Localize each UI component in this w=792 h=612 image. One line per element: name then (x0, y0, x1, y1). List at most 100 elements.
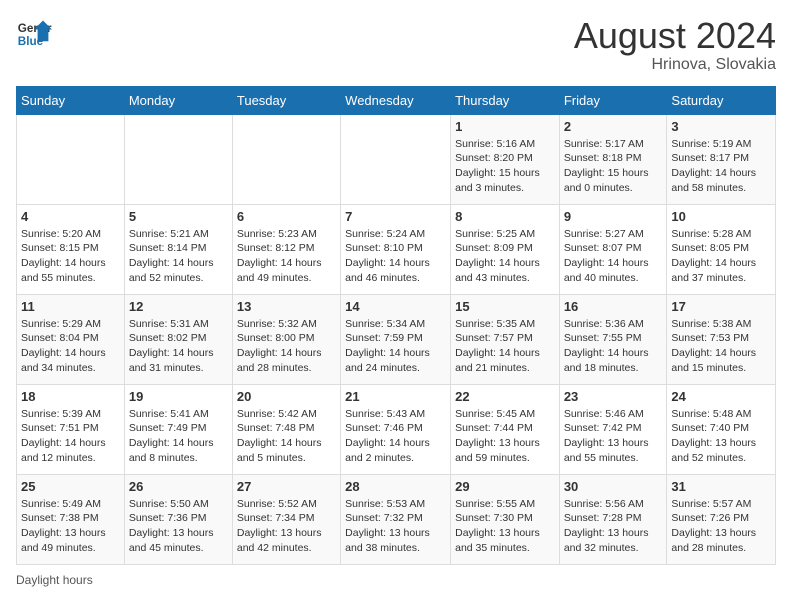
cell-10: 10 Sunrise: 5:28 AMSunset: 8:05 PMDayligh… (667, 204, 776, 294)
cell-4: 4 Sunrise: 5:20 AMSunset: 8:15 PMDaylight… (17, 204, 125, 294)
col-header-saturday: Saturday (667, 86, 776, 114)
day-info: Sunrise: 5:53 AMSunset: 7:32 PMDaylight:… (345, 497, 446, 556)
footer: Daylight hours (16, 573, 776, 587)
day-info: Sunrise: 5:57 AMSunset: 7:26 PMDaylight:… (671, 497, 771, 556)
day-number: 30 (564, 479, 663, 494)
day-info: Sunrise: 5:48 AMSunset: 7:40 PMDaylight:… (671, 407, 771, 466)
day-number: 13 (237, 299, 336, 314)
day-info: Sunrise: 5:41 AMSunset: 7:49 PMDaylight:… (129, 407, 228, 466)
cell-21: 21Sunrise: 5:43 AMSunset: 7:46 PMDayligh… (341, 384, 451, 474)
daylight-label: Daylight hours (16, 573, 93, 587)
day-info: Sunrise: 5:19 AMSunset: 8:17 PMDaylight:… (671, 137, 771, 196)
day-number: 5 (129, 209, 228, 224)
cell-empty (17, 114, 125, 204)
col-header-monday: Monday (124, 86, 232, 114)
day-info: Sunrise: 5:36 AMSunset: 7:55 PMDaylight:… (564, 317, 663, 376)
cell-1: 1 Sunrise: 5:16 AMSunset: 8:20 PMDaylight… (451, 114, 560, 204)
cell-19: 19 Sunrise: 5:41 AMSunset: 7:49 PMDayligh… (124, 384, 232, 474)
cell-18: 18 Sunrise: 5:39 AMSunset: 7:51 PMDayligh… (17, 384, 125, 474)
day-number: 2 (564, 119, 663, 134)
day-info: Sunrise: 5:23 AMSunset: 8:12 PMDaylight:… (237, 227, 336, 286)
day-info: Sunrise: 5:45 AMSunset: 7:44 PMDaylight:… (455, 407, 555, 466)
week-row-5: 25Sunrise: 5:49 AMSunset: 7:38 PMDayligh… (17, 474, 776, 564)
cell-24: 24 Sunrise: 5:48 AMSunset: 7:40 PMDayligh… (667, 384, 776, 474)
cell-20: 20 Sunrise: 5:42 AMSunset: 7:48 PMDayligh… (232, 384, 340, 474)
day-number: 9 (564, 209, 663, 224)
week-row-3: 11 Sunrise: 5:29 AMSunset: 8:04 PMDayligh… (17, 294, 776, 384)
day-number: 6 (237, 209, 336, 224)
day-info: Sunrise: 5:17 AMSunset: 8:18 PMDaylight:… (564, 137, 663, 196)
day-number: 3 (671, 119, 771, 134)
day-number: 23 (564, 389, 663, 404)
day-number: 10 (671, 209, 771, 224)
day-info: Sunrise: 5:27 AMSunset: 8:07 PMDaylight:… (564, 227, 663, 286)
day-info: Sunrise: 5:56 AMSunset: 7:28 PMDaylight:… (564, 497, 663, 556)
cell-15: 15 Sunrise: 5:35 AMSunset: 7:57 PMDayligh… (451, 294, 560, 384)
day-number: 20 (237, 389, 336, 404)
cell-2: 2 Sunrise: 5:17 AMSunset: 8:18 PMDaylight… (559, 114, 667, 204)
cell-empty (124, 114, 232, 204)
day-info: Sunrise: 5:52 AMSunset: 7:34 PMDaylight:… (237, 497, 336, 556)
day-info: Sunrise: 5:43 AMSunset: 7:46 PMDaylight:… (345, 407, 446, 466)
calendar-header-row: SundayMondayTuesdayWednesdayThursdayFrid… (17, 86, 776, 114)
day-number: 22 (455, 389, 555, 404)
col-header-sunday: Sunday (17, 86, 125, 114)
day-number: 26 (129, 479, 228, 494)
cell-14: 14 Sunrise: 5:34 AMSunset: 7:59 PMDayligh… (341, 294, 451, 384)
week-row-2: 4 Sunrise: 5:20 AMSunset: 8:15 PMDaylight… (17, 204, 776, 294)
cell-28: 28Sunrise: 5:53 AMSunset: 7:32 PMDayligh… (341, 474, 451, 564)
cell-25: 25Sunrise: 5:49 AMSunset: 7:38 PMDayligh… (17, 474, 125, 564)
cell-31: 31Sunrise: 5:57 AMSunset: 7:26 PMDayligh… (667, 474, 776, 564)
page-header: General Blue August 2024 Hrinova, Slovak… (16, 16, 776, 74)
day-info: Sunrise: 5:46 AMSunset: 7:42 PMDaylight:… (564, 407, 663, 466)
day-info: Sunrise: 5:35 AMSunset: 7:57 PMDaylight:… (455, 317, 555, 376)
day-info: Sunrise: 5:39 AMSunset: 7:51 PMDaylight:… (21, 407, 120, 466)
title-block: August 2024 Hrinova, Slovakia (574, 16, 776, 74)
col-header-thursday: Thursday (451, 86, 560, 114)
day-info: Sunrise: 5:28 AMSunset: 8:05 PMDaylight:… (671, 227, 771, 286)
day-info: Sunrise: 5:29 AMSunset: 8:04 PMDaylight:… (21, 317, 120, 376)
logo-icon: General Blue (16, 16, 52, 52)
day-number: 1 (455, 119, 555, 134)
day-info: Sunrise: 5:50 AMSunset: 7:36 PMDaylight:… (129, 497, 228, 556)
day-number: 14 (345, 299, 446, 314)
cell-empty (341, 114, 451, 204)
col-header-friday: Friday (559, 86, 667, 114)
day-info: Sunrise: 5:21 AMSunset: 8:14 PMDaylight:… (129, 227, 228, 286)
cell-13: 13 Sunrise: 5:32 AMSunset: 8:00 PMDayligh… (232, 294, 340, 384)
cell-empty (232, 114, 340, 204)
cell-16: 16 Sunrise: 5:36 AMSunset: 7:55 PMDayligh… (559, 294, 667, 384)
day-info: Sunrise: 5:25 AMSunset: 8:09 PMDaylight:… (455, 227, 555, 286)
day-info: Sunrise: 5:34 AMSunset: 7:59 PMDaylight:… (345, 317, 446, 376)
day-number: 24 (671, 389, 771, 404)
day-number: 19 (129, 389, 228, 404)
day-number: 16 (564, 299, 663, 314)
day-number: 18 (21, 389, 120, 404)
cell-29: 29Sunrise: 5:55 AMSunset: 7:30 PMDayligh… (451, 474, 560, 564)
day-info: Sunrise: 5:16 AMSunset: 8:20 PMDaylight:… (455, 137, 555, 196)
cell-9: 9 Sunrise: 5:27 AMSunset: 8:07 PMDaylight… (559, 204, 667, 294)
cell-7: 7Sunrise: 5:24 AMSunset: 8:10 PMDaylight… (341, 204, 451, 294)
cell-30: 30 Sunrise: 5:56 AMSunset: 7:28 PMDayligh… (559, 474, 667, 564)
day-number: 17 (671, 299, 771, 314)
week-row-1: 1 Sunrise: 5:16 AMSunset: 8:20 PMDaylight… (17, 114, 776, 204)
cell-22: 22 Sunrise: 5:45 AMSunset: 7:44 PMDayligh… (451, 384, 560, 474)
day-info: Sunrise: 5:20 AMSunset: 8:15 PMDaylight:… (21, 227, 120, 286)
cell-11: 11 Sunrise: 5:29 AMSunset: 8:04 PMDayligh… (17, 294, 125, 384)
day-info: Sunrise: 5:38 AMSunset: 7:53 PMDaylight:… (671, 317, 771, 376)
day-number: 27 (237, 479, 336, 494)
location: Hrinova, Slovakia (574, 56, 776, 74)
day-number: 11 (21, 299, 120, 314)
day-number: 15 (455, 299, 555, 314)
calendar-table: SundayMondayTuesdayWednesdayThursdayFrid… (16, 86, 776, 565)
cell-26: 26 Sunrise: 5:50 AMSunset: 7:36 PMDayligh… (124, 474, 232, 564)
cell-27: 27 Sunrise: 5:52 AMSunset: 7:34 PMDayligh… (232, 474, 340, 564)
day-info: Sunrise: 5:49 AMSunset: 7:38 PMDaylight:… (21, 497, 120, 556)
col-header-tuesday: Tuesday (232, 86, 340, 114)
day-number: 4 (21, 209, 120, 224)
day-info: Sunrise: 5:32 AMSunset: 8:00 PMDaylight:… (237, 317, 336, 376)
day-info: Sunrise: 5:42 AMSunset: 7:48 PMDaylight:… (237, 407, 336, 466)
week-row-4: 18 Sunrise: 5:39 AMSunset: 7:51 PMDayligh… (17, 384, 776, 474)
cell-12: 12Sunrise: 5:31 AMSunset: 8:02 PMDayligh… (124, 294, 232, 384)
cell-23: 23 Sunrise: 5:46 AMSunset: 7:42 PMDayligh… (559, 384, 667, 474)
